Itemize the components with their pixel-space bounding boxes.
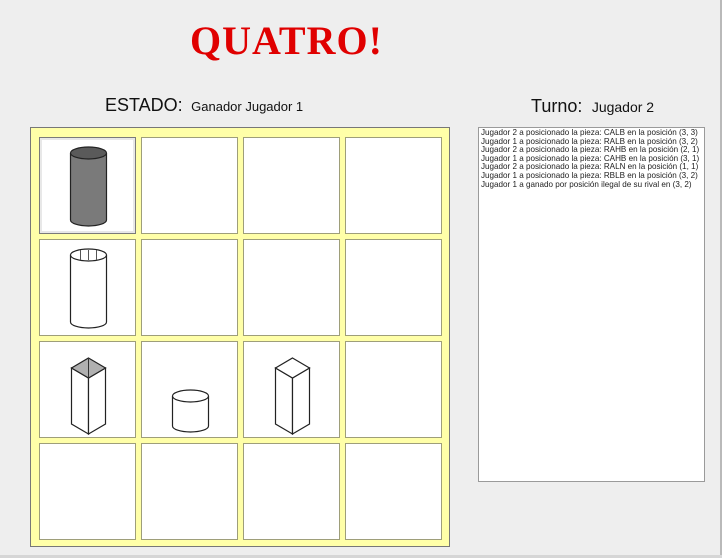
board-cell-r1-c3[interactable]: [243, 137, 340, 234]
cylinder-shape: [69, 248, 108, 329]
game-title: QUATRO!: [190, 18, 383, 63]
board-cell-r4-c1[interactable]: [39, 443, 136, 540]
prism-piece-icon: [274, 357, 311, 436]
status-value: Ganador Jugador 1: [191, 99, 304, 114]
log-line: Jugador 1 a ganado por posición ilegal d…: [481, 179, 692, 189]
board-cell-r1-c4[interactable]: [345, 137, 442, 234]
cylinder-shape: [171, 389, 210, 433]
turn-label: Turno:: [531, 96, 583, 116]
cylinder-piece-icon: [69, 248, 108, 329]
status-area: ESTADO: Ganador Jugador 1: [105, 95, 303, 116]
board-cell-r4-c2[interactable]: [141, 443, 238, 540]
cylinder-piece-icon: [69, 146, 108, 227]
board-cell-r1-c1[interactable]: [39, 137, 136, 234]
board-cell-r4-c4[interactable]: [345, 443, 442, 540]
board-cell-r2-c4[interactable]: [345, 239, 442, 336]
turn-area: Turno: Jugador 2: [531, 96, 654, 117]
prism-piece-icon: [70, 357, 107, 436]
board-cell-r2-c1[interactable]: [39, 239, 136, 336]
turn-value: Jugador 2: [591, 99, 655, 115]
cylinder-shape: [69, 146, 108, 227]
cylinder-piece-icon: [171, 389, 210, 433]
board-cell-r3-c4[interactable]: [345, 341, 442, 438]
game-board: [30, 127, 450, 547]
prism-shape: [70, 357, 107, 436]
board-cell-r2-c3[interactable]: [243, 239, 340, 336]
board-cell-r2-c2[interactable]: [141, 239, 238, 336]
board-cell-r3-c1[interactable]: [39, 341, 136, 438]
board-cell-r3-c3[interactable]: [243, 341, 340, 438]
board-cell-r4-c3[interactable]: [243, 443, 340, 540]
move-log[interactable]: Jugador 2 a posicionado la pieza: CALB e…: [478, 127, 705, 482]
board-cell-r3-c2[interactable]: [141, 341, 238, 438]
board-cell-r1-c2[interactable]: [141, 137, 238, 234]
status-label: ESTADO:: [105, 95, 183, 115]
prism-shape: [274, 357, 311, 436]
